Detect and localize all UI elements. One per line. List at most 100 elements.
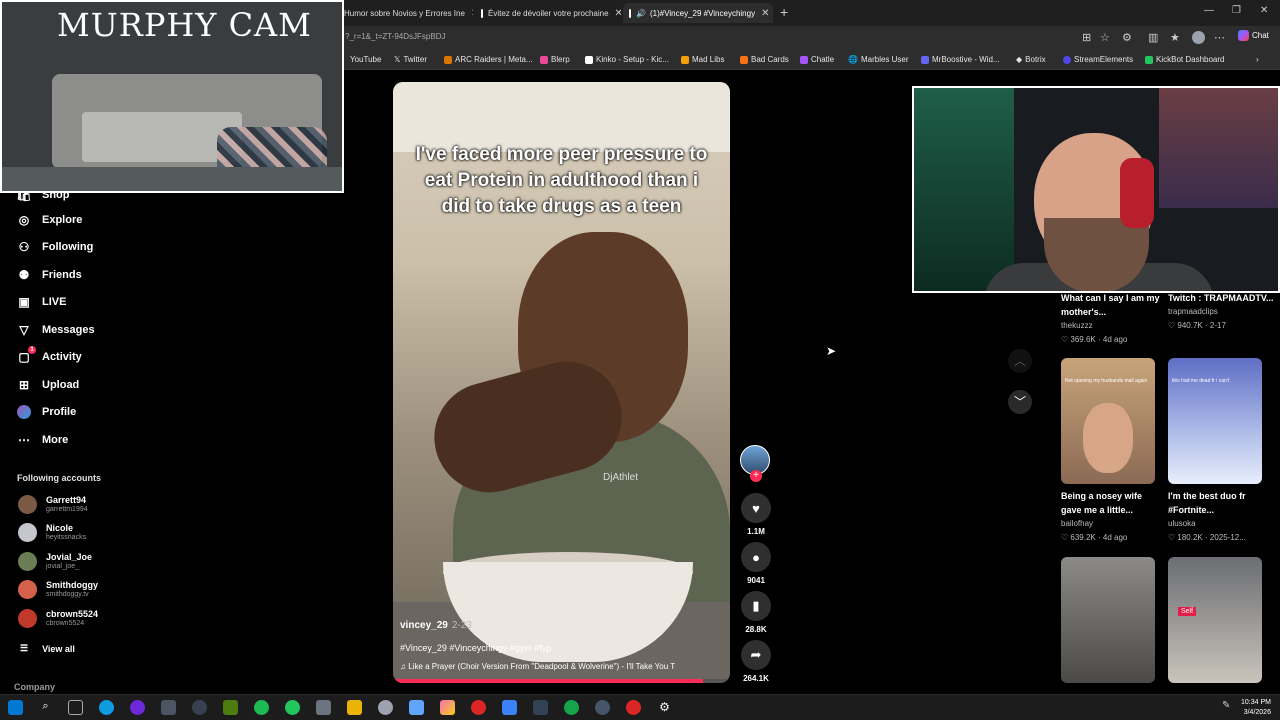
close-icon[interactable]: ✕ bbox=[761, 8, 769, 19]
url-field[interactable]: ?_r=1&_t=ZT-94DsJFspBDJ bbox=[345, 32, 445, 41]
bookmark-bad-cards[interactable]: Bad Cards bbox=[740, 55, 789, 64]
company-link[interactable]: Company bbox=[14, 682, 55, 692]
recommendation-thumbnail[interactable]: this had me dead fr i can't bbox=[1168, 358, 1262, 484]
sidebar-item-explore[interactable]: ◎ Explore bbox=[17, 213, 83, 227]
close-icon[interactable]: ✕ bbox=[615, 8, 621, 19]
bookmark-streamelements[interactable]: StreamElements bbox=[1063, 55, 1133, 64]
account-item[interactable]: Jovial_Joe jovial_joe_ bbox=[18, 552, 92, 571]
app-icon[interactable] bbox=[316, 700, 331, 715]
bookmark-chatle[interactable]: Chatle bbox=[800, 55, 834, 64]
account-item[interactable]: Nicole heyitssnacks bbox=[18, 523, 86, 542]
video-progress-bar[interactable] bbox=[393, 679, 730, 683]
avatar bbox=[18, 609, 37, 628]
app-icon[interactable] bbox=[533, 700, 548, 715]
settings-gear-icon[interactable]: ⚙ bbox=[657, 700, 672, 715]
like-button[interactable]: ♥ 1.1M bbox=[741, 493, 771, 536]
close-icon[interactable]: ✕ bbox=[471, 8, 473, 19]
bookmark-marbles[interactable]: 🌐 Marbles User bbox=[848, 55, 909, 64]
sidebar-item-activity[interactable]: ▢ 1 Activity bbox=[17, 346, 82, 364]
view-all-button[interactable]: ☰ View all bbox=[20, 643, 75, 654]
favorites-icon[interactable]: ★ bbox=[1170, 31, 1180, 44]
video-player[interactable]: DjAthlet I've faced more peer pressure t… bbox=[393, 82, 730, 683]
new-tab-button[interactable]: + bbox=[780, 4, 788, 20]
recommendation-card[interactable]: Being a nosey wife gave me a little... b… bbox=[1061, 489, 1161, 545]
tab-humor[interactable]: Humor sobre Novios y Errores Ine ✕ bbox=[338, 3, 473, 23]
app-icon[interactable] bbox=[595, 700, 610, 715]
tab-evitez[interactable]: Évitez de dévoiler votre prochaine ✕ bbox=[475, 3, 621, 23]
app-icon[interactable] bbox=[471, 700, 486, 715]
app-icon[interactable] bbox=[626, 700, 641, 715]
bookmark-twitter[interactable]: 𝕏 Twitter bbox=[394, 55, 427, 64]
bookmark-label: MrBoostive - Wid... bbox=[932, 55, 1000, 64]
restore-icon[interactable]: ❐ bbox=[1232, 5, 1241, 16]
extension-icon[interactable]: ⚙ bbox=[1122, 31, 1132, 44]
grid-icon[interactable]: ⊞ bbox=[1082, 31, 1091, 44]
sidebar-item-more[interactable]: ⋯ More bbox=[17, 433, 68, 447]
app-icon[interactable] bbox=[409, 700, 424, 715]
split-icon[interactable]: ▥ bbox=[1148, 31, 1158, 44]
spotify-icon[interactable] bbox=[254, 700, 269, 715]
app-icon[interactable] bbox=[502, 700, 517, 715]
close-window-icon[interactable]: ✕ bbox=[1260, 5, 1268, 16]
speaker-icon[interactable]: 🔊 bbox=[636, 9, 646, 18]
app-icon[interactable] bbox=[223, 700, 238, 715]
minimize-icon[interactable]: — bbox=[1204, 5, 1214, 16]
taskbar-clock[interactable]: 10:34 PM 3/4/2026 bbox=[1241, 698, 1271, 718]
follow-plus-icon[interactable]: + bbox=[750, 470, 762, 482]
bookmark-arc-raiders[interactable]: ARC Raiders | Meta... bbox=[444, 55, 533, 64]
app-icon[interactable] bbox=[161, 700, 176, 715]
bookmark-botrix[interactable]: ◆ Botrix bbox=[1016, 55, 1046, 64]
menu-icon[interactable]: ⋯ bbox=[1214, 31, 1225, 44]
tray-icon[interactable]: ✎ bbox=[1222, 700, 1237, 715]
sidebar-item-messages[interactable]: ▽ Messages bbox=[17, 323, 94, 337]
app-icon[interactable] bbox=[564, 700, 579, 715]
bookmark-kinko[interactable]: Kinko - Setup - Kic... bbox=[585, 55, 669, 64]
bookmark-youtube[interactable]: YouTube bbox=[350, 55, 381, 64]
account-item[interactable]: Garrett94 garrettm1994 bbox=[18, 495, 88, 514]
share-button[interactable]: ➦ 264.1K bbox=[741, 640, 771, 683]
bookmark-mad-libs[interactable]: Mad Libs bbox=[681, 55, 724, 64]
bookmark-label: Twitter bbox=[403, 55, 428, 64]
bookmark-kickbot[interactable]: KickBot Dashboard bbox=[1145, 55, 1224, 64]
next-video-button[interactable]: ﹀ bbox=[1008, 390, 1032, 414]
bookmark-blerp[interactable]: Blerp bbox=[540, 55, 570, 64]
search-icon[interactable]: ⌕ bbox=[38, 700, 53, 715]
recommendation-card[interactable]: I'm the best duo fr #Fortnite... ulusoka… bbox=[1168, 489, 1276, 545]
chat-button[interactable]: Chat bbox=[1238, 30, 1269, 41]
app-icon[interactable] bbox=[192, 700, 207, 715]
star-icon[interactable]: ☆ bbox=[1100, 31, 1110, 44]
bookmark-mrboostive[interactable]: MrBoostive - Wid... bbox=[921, 55, 1000, 64]
comment-count: 9041 bbox=[747, 576, 765, 585]
recommendation-thumbnail[interactable]: Self bbox=[1168, 557, 1262, 683]
sidebar-item-upload[interactable]: ⊞ Upload bbox=[17, 378, 79, 392]
windows-start-icon[interactable] bbox=[8, 700, 23, 715]
sidebar-item-following[interactable]: ⚇ Following bbox=[17, 240, 94, 254]
account-item[interactable]: Smithdoggy smithdoggy.tv bbox=[18, 580, 98, 599]
save-button[interactable]: ▮ 28.8K bbox=[741, 591, 771, 634]
video-author[interactable]: vincey_29 2-23 bbox=[400, 620, 472, 631]
recommendation-card[interactable]: What can I say I am my mother's... theku… bbox=[1061, 291, 1161, 347]
account-item[interactable]: cbrown5524 cbrown5524 bbox=[18, 609, 98, 628]
profile-avatar[interactable] bbox=[1192, 31, 1205, 44]
recommendation-thumbnail[interactable] bbox=[1061, 557, 1155, 683]
app-icon[interactable] bbox=[378, 700, 393, 715]
app-icon[interactable] bbox=[130, 700, 145, 715]
video-music[interactable]: ♫ Like a Prayer (Choir Version From "Dea… bbox=[400, 662, 675, 671]
chevron-right-icon[interactable]: › bbox=[1256, 55, 1259, 64]
previous-video-button[interactable]: ︿ bbox=[1008, 349, 1032, 373]
recommendation-card[interactable]: Twitch : TRAPMAADTV... trapmaadclips ♡ 9… bbox=[1168, 291, 1276, 333]
app-icon[interactable] bbox=[440, 700, 455, 715]
comment-button[interactable]: ● 9041 bbox=[741, 542, 771, 585]
folder-icon[interactable] bbox=[347, 700, 362, 715]
sidebar-item-friends[interactable]: ⚉ Friends bbox=[17, 268, 82, 282]
sidebar-item-live[interactable]: ▣ LIVE bbox=[17, 295, 66, 309]
app-icon[interactable] bbox=[285, 700, 300, 715]
heart-icon: ♡ bbox=[1168, 533, 1178, 542]
tab-vincey[interactable]: 🔊 (1)#Vincey_29 #Vinceychingy ✕ bbox=[623, 3, 773, 23]
sidebar-item-profile[interactable]: Profile bbox=[17, 405, 76, 419]
edge-icon[interactable] bbox=[99, 700, 114, 715]
task-view-icon[interactable] bbox=[68, 700, 83, 715]
video-hashtags[interactable]: #Vincey_29 #Vinceychingy #gym #fyp bbox=[400, 643, 551, 653]
recommendation-thumbnail[interactable]: Not opening my husbands mail again bbox=[1061, 358, 1155, 484]
chatle-icon bbox=[800, 55, 808, 64]
